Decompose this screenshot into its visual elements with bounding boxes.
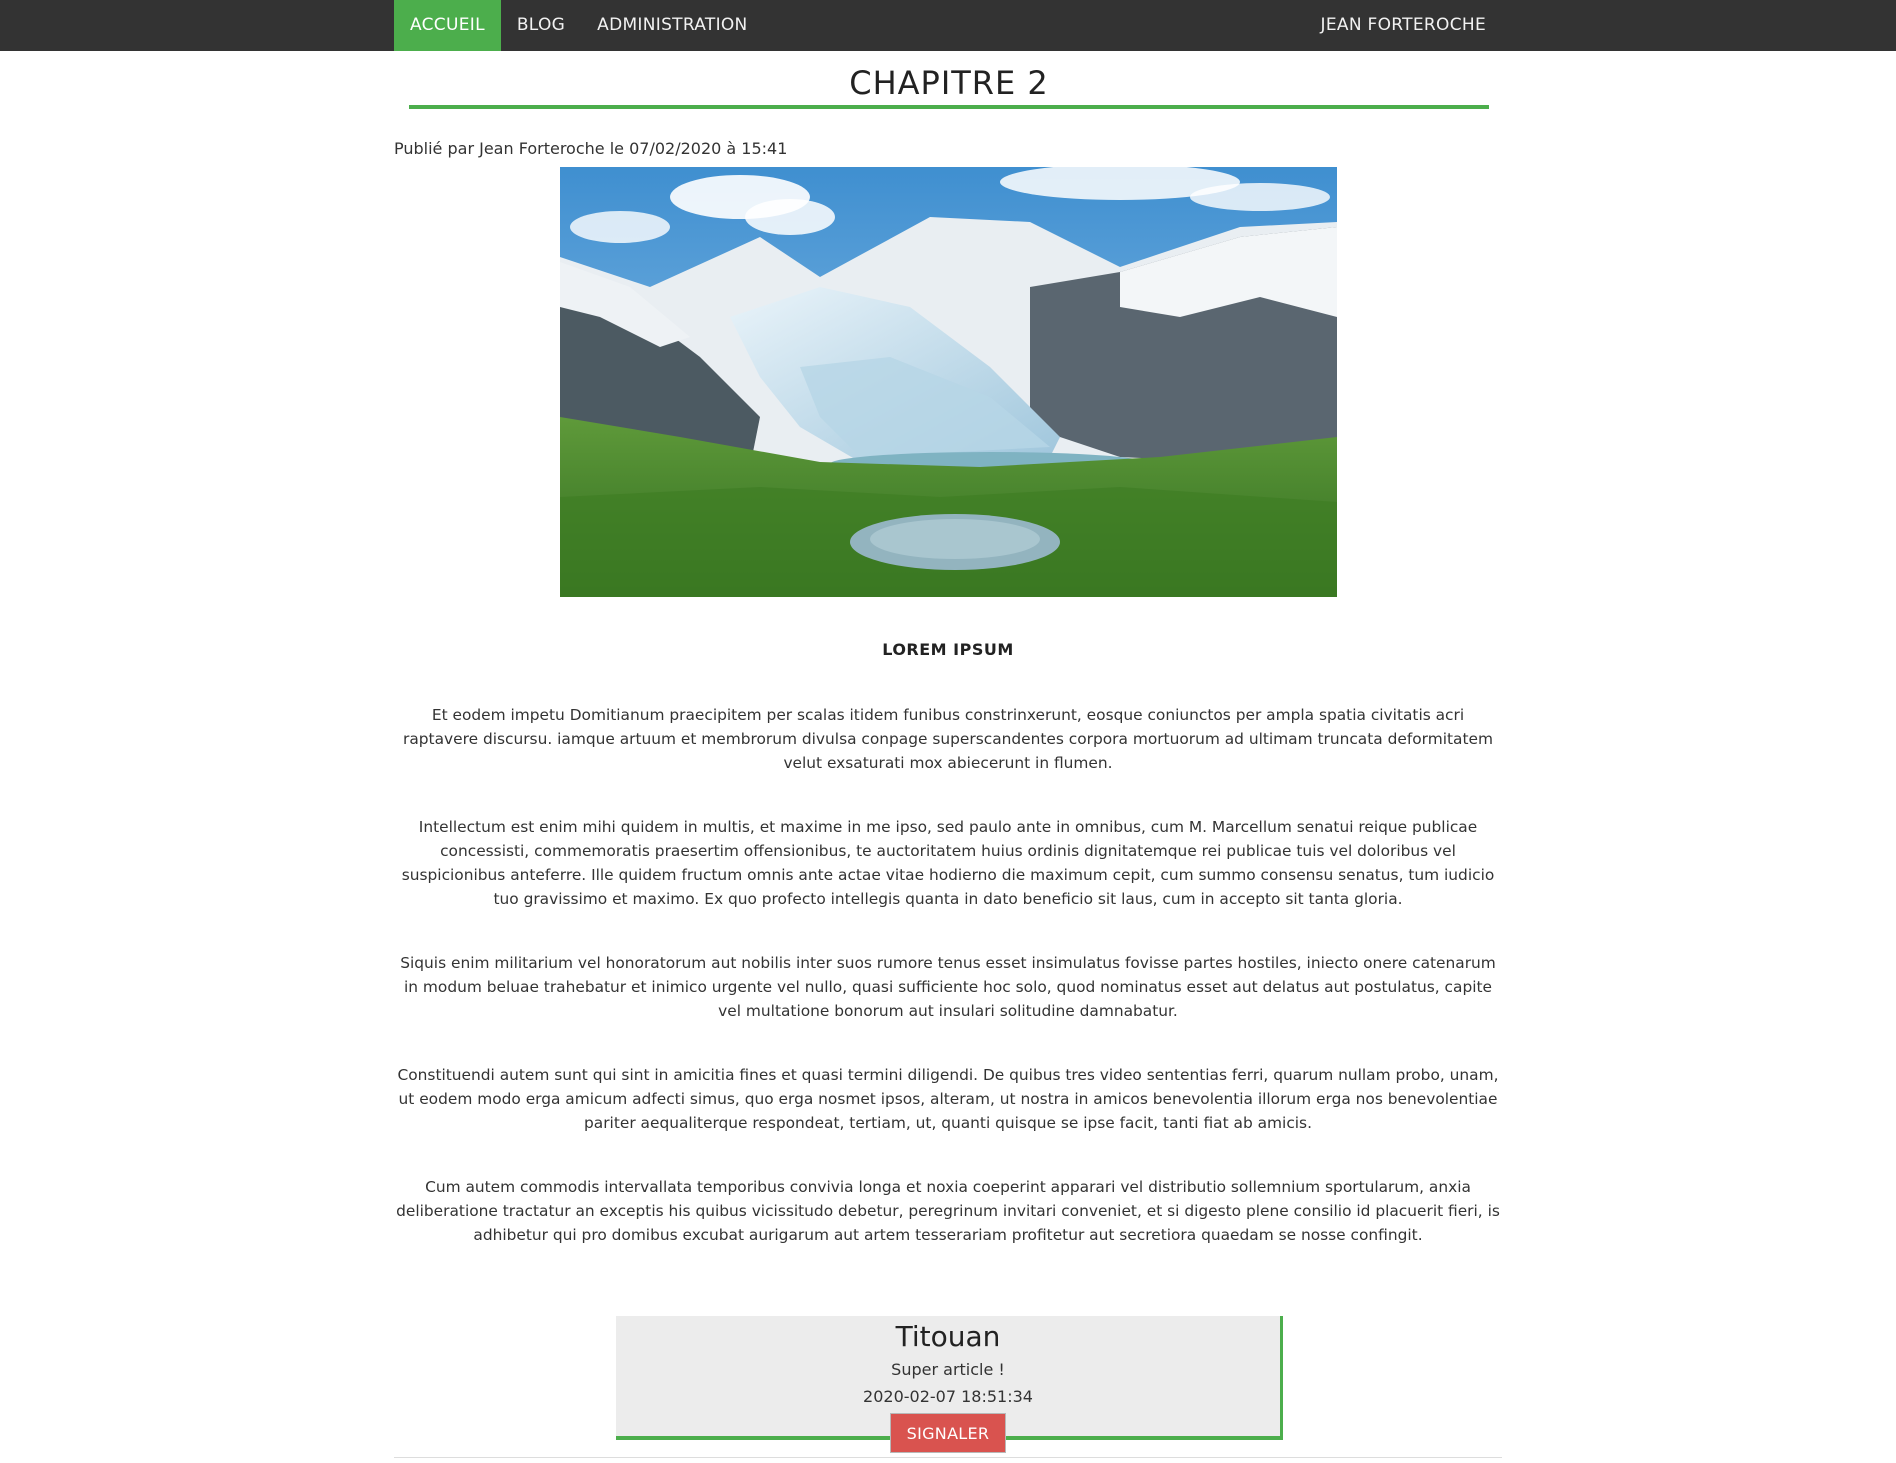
navbar-inner: ACCUEIL BLOG ADMINISTRATION JEAN FORTERO… xyxy=(394,0,1502,51)
nav-item-blog[interactable]: BLOG xyxy=(501,0,581,51)
article-paragraph: Constituendi autem sunt qui sint in amic… xyxy=(397,1066,1499,1132)
comment-date: 2020-02-07 18:51:34 xyxy=(863,1387,1033,1406)
article-paragraph: Et eodem impetu Domitianum praecipitem p… xyxy=(403,706,1493,772)
nav-user-link[interactable]: JEAN FORTEROCHE xyxy=(1305,0,1502,51)
article-subheading: LOREM IPSUM xyxy=(882,640,1014,659)
nav-item-administration[interactable]: ADMINISTRATION xyxy=(581,0,763,51)
title-underline xyxy=(409,105,1489,109)
article-body: Et eodem impetu Domitianum praecipitem p… xyxy=(394,703,1502,1287)
comment-author: Titouan xyxy=(895,1320,1001,1353)
article-paragraph: Siquis enim militarium vel honoratorum a… xyxy=(400,954,1496,1020)
report-comment-button[interactable]: SIGNALER xyxy=(890,1413,1006,1453)
nav-menu: ACCUEIL BLOG ADMINISTRATION xyxy=(394,0,764,51)
article-paragraph: Cum autem commodis intervallata temporib… xyxy=(396,1178,1500,1244)
navbar: ACCUEIL BLOG ADMINISTRATION JEAN FORTERO… xyxy=(0,0,1896,51)
mountain-glacier-image xyxy=(560,167,1337,597)
page-title: CHAPITRE 2 xyxy=(849,64,1049,102)
post-meta: Publié par Jean Forteroche le 07/02/2020… xyxy=(394,139,788,158)
comment-text: Super article ! xyxy=(891,1360,1005,1379)
nav-item-accueil[interactable]: ACCUEIL xyxy=(394,0,501,51)
bottom-divider xyxy=(394,1457,1502,1458)
article-image xyxy=(560,167,1337,597)
article-paragraph: Intellectum est enim mihi quidem in mult… xyxy=(401,818,1495,908)
